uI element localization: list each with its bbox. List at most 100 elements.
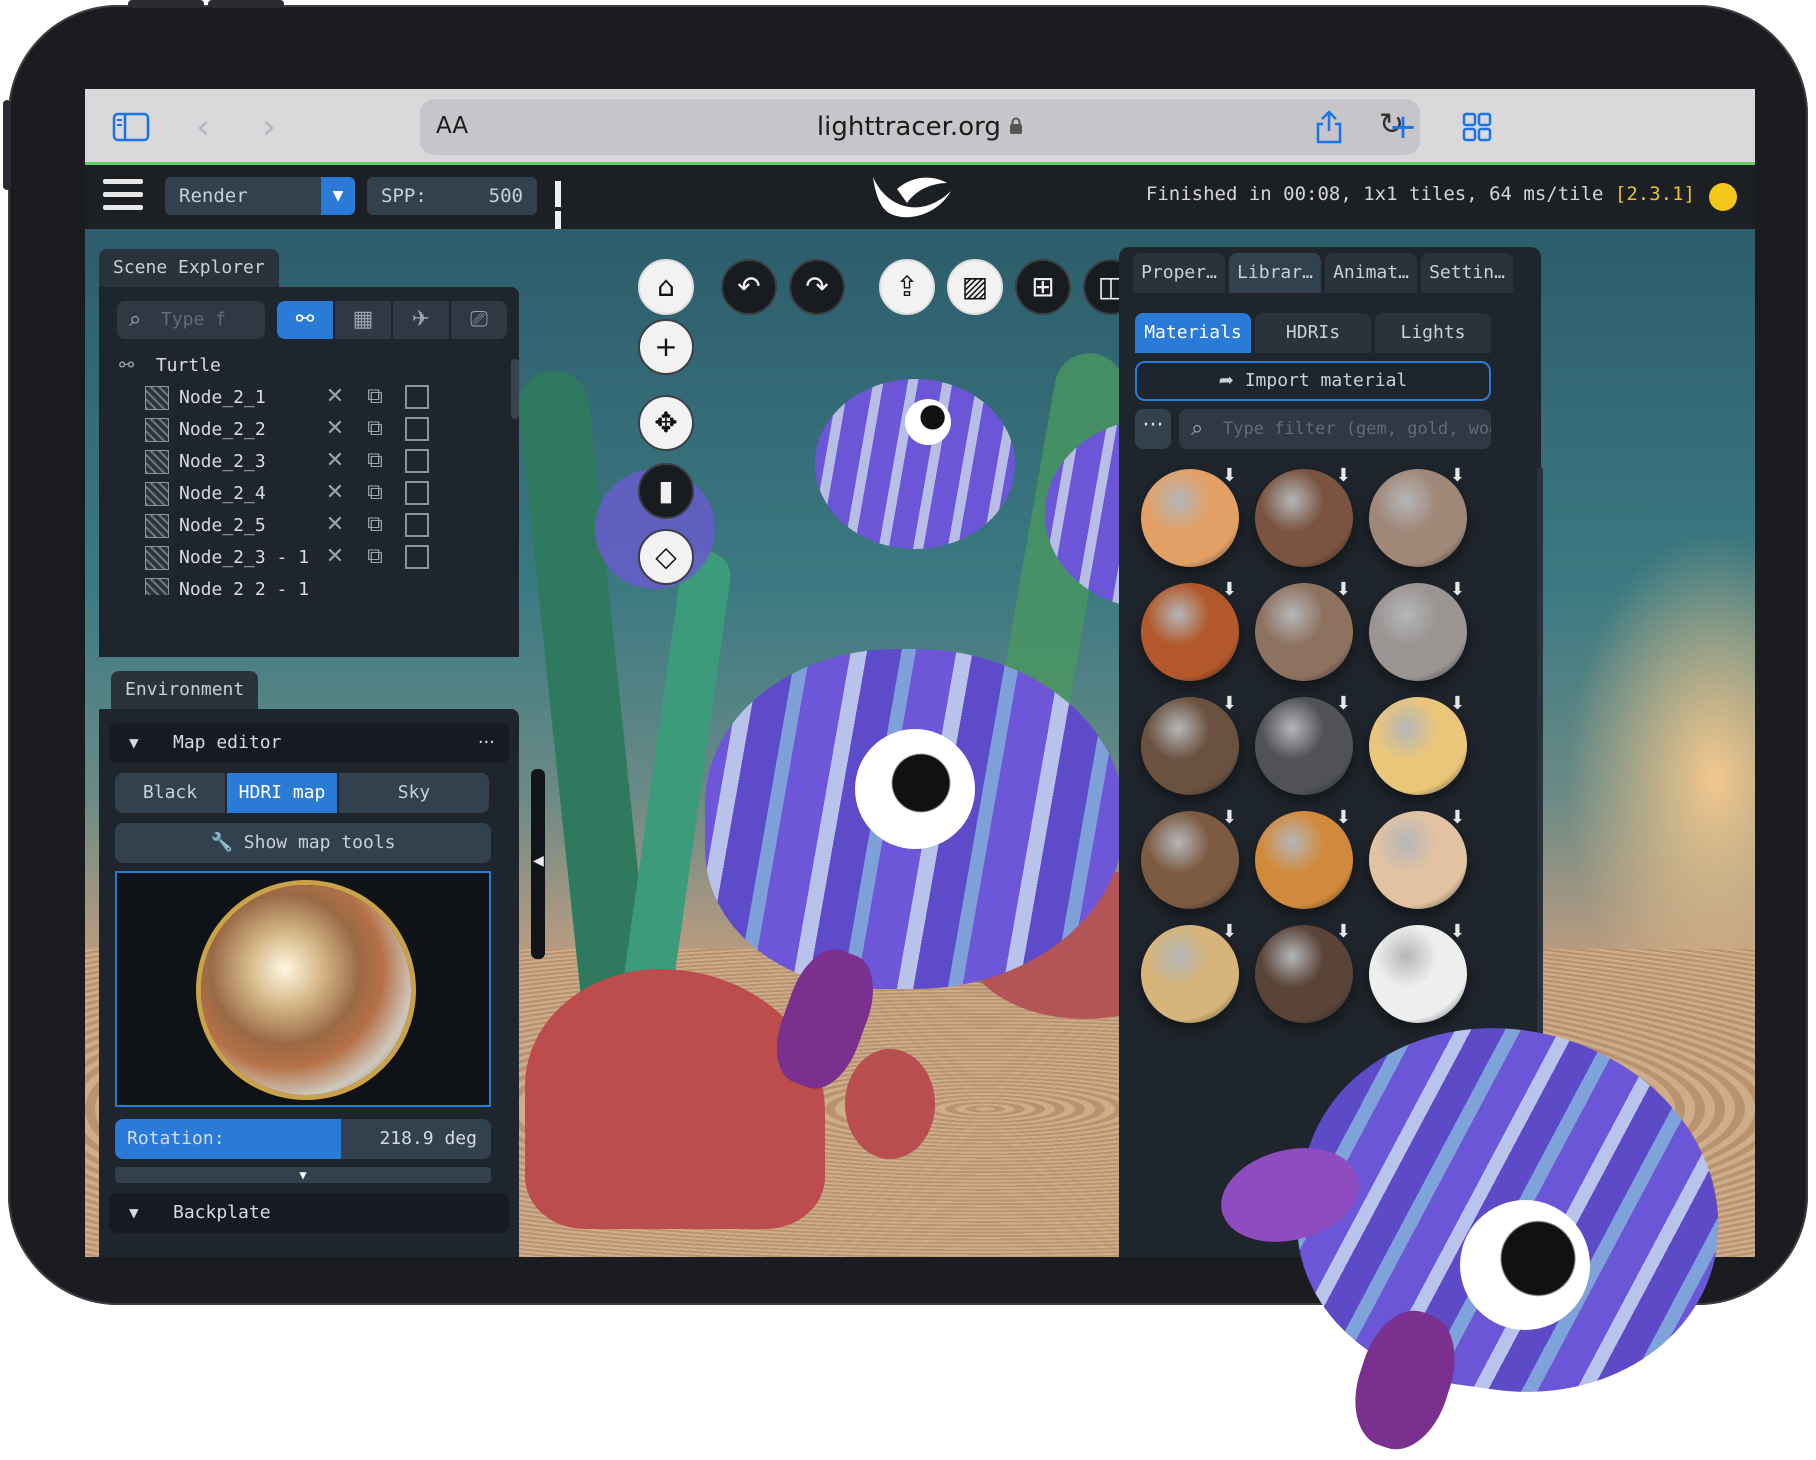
map-editor-header[interactable]: ▼ Map editor ···	[109, 723, 509, 763]
tabs-overview-icon[interactable]	[1455, 105, 1499, 149]
download-icon[interactable]: ⬇	[1222, 693, 1237, 714]
download-icon[interactable]: ⬇	[1222, 465, 1237, 486]
material-swatch[interactable]: ⬇	[1369, 921, 1467, 1023]
library-more-button[interactable]: ···	[1135, 409, 1171, 449]
tab-properties[interactable]: Proper…	[1133, 253, 1225, 293]
camera-icon[interactable]: ⎚	[451, 301, 507, 339]
material-swatch[interactable]: ⬇	[1141, 807, 1239, 909]
share-icon[interactable]	[1307, 105, 1351, 149]
subtab-hdris[interactable]: HDRIs	[1255, 313, 1371, 353]
import-material-button[interactable]: ➦ Import material	[1135, 361, 1491, 401]
mode-black[interactable]: Black	[115, 773, 225, 813]
material-swatch[interactable]: ⬇	[1369, 807, 1467, 909]
visibility-checkbox[interactable]	[405, 417, 429, 441]
hdri-preview[interactable]	[115, 871, 491, 1107]
render-mode-select[interactable]: Render ▼	[165, 177, 355, 215]
delete-icon[interactable]: ✕	[323, 545, 347, 569]
visibility-checkbox[interactable]	[405, 481, 429, 505]
material-swatch[interactable]: ⬇	[1141, 465, 1239, 567]
hierarchy-view-icon[interactable]: ⚯	[277, 301, 333, 339]
download-icon[interactable]: ⬇	[1450, 465, 1465, 486]
download-icon[interactable]: ⬇	[1336, 807, 1351, 828]
tree-node[interactable]: Node_2_2 - 1	[145, 573, 309, 595]
light-pin-icon[interactable]: ✈	[393, 301, 449, 339]
delete-icon[interactable]: ✕	[323, 513, 347, 537]
show-map-tools-button[interactable]: 🔧 Show map tools	[115, 823, 491, 863]
download-icon[interactable]: ⬇	[1450, 921, 1465, 942]
material-swatch[interactable]: ⬇	[1255, 921, 1353, 1023]
download-icon[interactable]: ⬇	[1336, 921, 1351, 942]
tree-node[interactable]: Node_2_3 - 1	[145, 541, 309, 575]
scene-search-input[interactable]: ⌕ Type f	[117, 301, 265, 339]
duplicate-icon[interactable]: ⧉	[363, 545, 387, 569]
download-icon[interactable]: ⬇	[1450, 807, 1465, 828]
scrollbar[interactable]	[511, 359, 519, 419]
material-swatch[interactable]: ⬇	[1369, 693, 1467, 795]
expand-handle[interactable]: ▼	[115, 1167, 491, 1183]
material-filter-input[interactable]: ⌕ Type filter (gem, gold, woo	[1179, 409, 1491, 449]
download-icon[interactable]: ⬇	[1336, 579, 1351, 600]
duplicate-icon[interactable]: ⧉	[363, 513, 387, 537]
backplate-header[interactable]: ▼ Backplate	[109, 1193, 509, 1233]
tree-root[interactable]: ⚯ Turtle	[119, 349, 221, 383]
delete-icon[interactable]: ✕	[323, 449, 347, 473]
mode-hdri-map[interactable]: HDRI map	[227, 773, 337, 813]
material-swatch[interactable]: ⬇	[1255, 807, 1353, 909]
redo-icon[interactable]: ↷	[789, 259, 845, 315]
tab-environment[interactable]: Environment	[111, 671, 259, 709]
tree-node[interactable]: Node_2_5	[145, 509, 266, 543]
duplicate-icon[interactable]: ⧉	[363, 385, 387, 409]
eraser-icon[interactable]: ◇	[638, 529, 694, 585]
material-swatch[interactable]: ⬇	[1255, 579, 1353, 681]
download-icon[interactable]: ⬇	[1336, 465, 1351, 486]
sidebar-icon[interactable]	[109, 105, 153, 149]
grid-view-icon[interactable]: ▦	[335, 301, 391, 339]
subtab-lights[interactable]: Lights	[1375, 313, 1491, 353]
material-swatch[interactable]: ⬇	[1141, 693, 1239, 795]
undo-icon[interactable]: ↶	[721, 259, 777, 315]
tree-node[interactable]: Node_2_3	[145, 445, 266, 479]
material-swatch[interactable]: ⬇	[1255, 465, 1353, 567]
download-icon[interactable]: ⬇	[1222, 807, 1237, 828]
move-icon[interactable]: ✥	[638, 395, 694, 451]
download-icon[interactable]: ⬇	[1222, 579, 1237, 600]
material-swatch[interactable]: ⬇	[1369, 465, 1467, 567]
subtab-materials[interactable]: Materials	[1135, 313, 1251, 353]
tab-settings[interactable]: Settin…	[1421, 253, 1513, 293]
duplicate-icon[interactable]: ⧉	[363, 417, 387, 441]
rotation-slider[interactable]: Rotation: 218.9 deg	[115, 1119, 491, 1159]
delete-icon[interactable]: ✕	[323, 481, 347, 505]
tree-node[interactable]: Node_2_1	[145, 381, 266, 415]
visibility-checkbox[interactable]	[405, 449, 429, 473]
upload-icon[interactable]: ⇪	[879, 259, 935, 315]
download-icon[interactable]: ⬇	[1450, 579, 1465, 600]
tree-node[interactable]: Node_2_2	[145, 413, 266, 447]
material-swatch[interactable]: ⬇	[1141, 579, 1239, 681]
spp-field[interactable]: SPP: 500	[367, 177, 537, 215]
align-icon[interactable]: ▮	[638, 463, 694, 519]
download-icon[interactable]: ⬇	[1336, 693, 1351, 714]
address-bar[interactable]: AA lighttracer.org ↻	[420, 99, 1420, 155]
new-tab-icon[interactable]: +	[1381, 105, 1425, 149]
duplicate-icon[interactable]: ⧉	[363, 481, 387, 505]
visibility-checkbox[interactable]	[405, 513, 429, 537]
material-swatch[interactable]: ⬇	[1141, 921, 1239, 1023]
scrollbar[interactable]	[1537, 467, 1543, 1087]
delete-icon[interactable]: ✕	[323, 385, 347, 409]
download-icon[interactable]: ⬇	[1450, 693, 1465, 714]
mode-sky[interactable]: Sky	[339, 773, 489, 813]
visibility-checkbox[interactable]	[405, 385, 429, 409]
add-icon[interactable]: +	[638, 319, 694, 375]
tab-scene-explorer[interactable]: Scene Explorer	[99, 249, 279, 287]
left-panel-toggle[interactable]: ◀	[531, 769, 545, 959]
forward-icon[interactable]: ›	[247, 105, 291, 149]
download-icon[interactable]: ⬇	[1222, 921, 1237, 942]
duplicate-icon[interactable]: ⧉	[363, 449, 387, 473]
menu-icon[interactable]	[103, 179, 143, 215]
tab-library[interactable]: Librar…	[1229, 253, 1321, 293]
tree-node[interactable]: Node_2_4	[145, 477, 266, 511]
more-options-button[interactable]: ···	[478, 723, 495, 763]
back-icon[interactable]: ‹	[181, 105, 225, 149]
grid-icon[interactable]: ⊞	[1015, 259, 1071, 315]
material-swatch[interactable]: ⬇	[1369, 579, 1467, 681]
